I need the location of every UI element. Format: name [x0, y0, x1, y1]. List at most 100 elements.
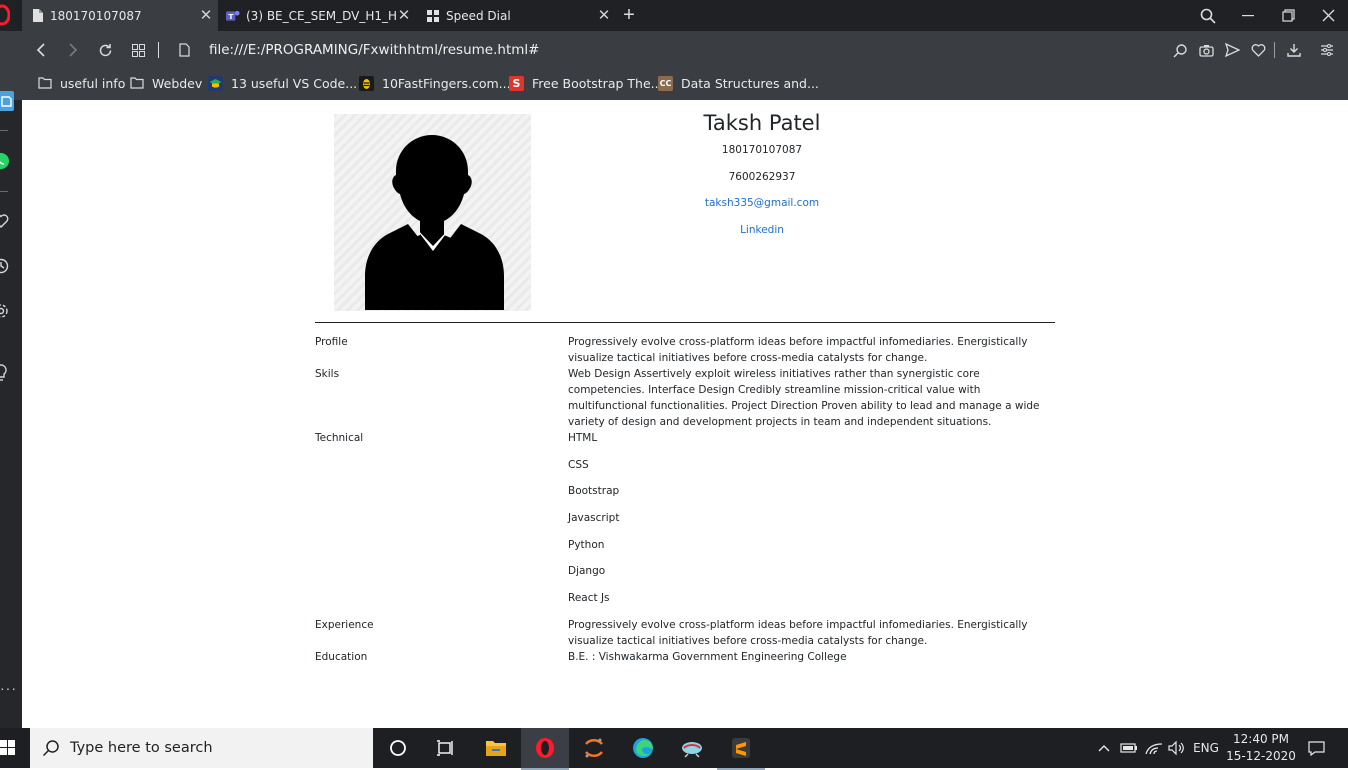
anaconda-icon[interactable] [668, 728, 716, 768]
heart-icon[interactable] [0, 212, 10, 230]
email-link[interactable]: taksh335@gmail.com [705, 197, 819, 209]
technical-item: Javascript [568, 512, 620, 524]
settings-icon[interactable] [0, 302, 10, 320]
technical-item: HTML [568, 432, 598, 444]
bookmark-label: 10FastFingers.com... [382, 75, 511, 91]
search-page-icon[interactable] [1169, 39, 1191, 61]
opera-sidebar: ··· [0, 91, 22, 728]
speed-dial-icon [426, 9, 440, 23]
bookmark-useful-info[interactable]: useful info [37, 69, 125, 97]
bookmark-label: Webdev [152, 75, 203, 91]
clock-time: 12:40 PM [1233, 732, 1289, 746]
technical-label: Technical [315, 432, 364, 444]
windows-start-icon[interactable] [0, 740, 16, 756]
easy-setup-icon[interactable] [1316, 39, 1338, 61]
speed-dial-sidebar-icon[interactable] [0, 91, 14, 111]
opera-logo-icon[interactable] [0, 4, 11, 26]
profile-photo [334, 114, 531, 311]
battery-icon[interactable] [1119, 728, 1139, 768]
file-icon [30, 9, 44, 23]
skills-label: Skils [315, 368, 340, 380]
tab-teams[interactable]: T (3) BE_CE_SEM_DV_H1_H4 ( ✕ [220, 0, 416, 31]
bookmark-label: Free Bootstrap The... [532, 75, 663, 91]
bookmark-data-structures[interactable]: CC Data Structures and... [658, 69, 819, 97]
resume-page: Taksh Patel 180170107087 7600262937 taks… [22, 100, 1348, 728]
profile-text: Progressively evolve cross-platform idea… [568, 336, 1028, 364]
restore-button[interactable] [1268, 0, 1308, 31]
bookmarks-bar: useful info Webdev 13 useful VS Code... … [0, 69, 1348, 100]
jupyter-icon[interactable] [570, 728, 618, 768]
forward-icon[interactable] [62, 39, 84, 61]
resume-name: Taksh Patel [703, 111, 821, 135]
taskbar-search-box[interactable]: Type here to search [30, 728, 373, 768]
linkedin-link[interactable]: Linkedin [740, 224, 784, 236]
close-window-button[interactable] [1308, 0, 1348, 31]
s-logo-icon: S [509, 75, 524, 91]
graduation-cap-icon [208, 75, 223, 91]
history-icon[interactable] [0, 257, 10, 275]
back-icon[interactable] [30, 39, 52, 61]
reload-icon[interactable] [94, 39, 116, 61]
clock[interactable]: 12:40 PM 15-12-2020 [1226, 731, 1296, 765]
sublime-text-icon[interactable] [717, 728, 765, 770]
search-tabs-icon[interactable] [1188, 0, 1228, 31]
url-field[interactable]: file:///E:/PROGRAMING/Fxwithhtml/resume.… [209, 42, 539, 58]
user-silhouette-icon [365, 135, 504, 310]
technical-item: Bootstrap [568, 485, 620, 497]
tab-resume[interactable]: 180170107087 ✕ [22, 0, 218, 31]
bookmark-webdev[interactable]: Webdev [129, 69, 202, 97]
bookmark-bootstrap-themes[interactable]: S Free Bootstrap The... [509, 69, 663, 97]
camera-icon[interactable] [1195, 39, 1217, 61]
tab-speed-dial[interactable]: Speed Dial ✕ [420, 0, 616, 31]
page-file-icon [173, 39, 195, 61]
notifications-icon[interactable] [1304, 728, 1328, 768]
experience-label: Experience [315, 619, 374, 631]
edge-icon[interactable] [619, 728, 667, 768]
windows-taskbar: Type here to search ENG 12:40 PM 15-12-2… [0, 728, 1348, 770]
address-bar: file:///E:/PROGRAMING/Fxwithhtml/resume.… [0, 31, 1348, 69]
chevron-up-icon[interactable] [1095, 728, 1113, 768]
close-icon[interactable]: ✕ [396, 7, 412, 23]
teams-icon: T [226, 9, 240, 23]
bookmark-label: useful info [60, 75, 126, 91]
tab-label: Speed Dial [446, 8, 511, 23]
send-icon[interactable] [1221, 39, 1243, 61]
task-view-icon[interactable] [422, 728, 470, 768]
search-placeholder: Type here to search [70, 740, 213, 756]
more-icon[interactable]: ··· [0, 680, 17, 696]
svg-text:T: T [228, 11, 234, 20]
resume-id: 180170107087 [721, 144, 803, 156]
profile-label: Profile [315, 336, 348, 348]
folder-icon [37, 76, 52, 91]
new-tab-button[interactable]: + [619, 5, 639, 25]
volume-icon[interactable] [1167, 728, 1187, 768]
resume-phone: 7600262937 [728, 171, 796, 183]
technical-item: Django [568, 565, 606, 577]
skills-text: Web Design Assertively exploit wireless … [568, 368, 1040, 428]
wifi-icon[interactable] [1144, 728, 1164, 768]
lightbulb-icon[interactable] [0, 364, 10, 382]
opera-taskbar-icon[interactable] [521, 728, 569, 770]
bookmark-vs-code[interactable]: 13 useful VS Code... [208, 69, 357, 97]
bee-icon [359, 75, 374, 91]
education-text: B.E. : Vishwakarma Government Engineerin… [568, 651, 847, 663]
cortana-icon[interactable] [374, 728, 422, 768]
close-icon[interactable]: ✕ [596, 7, 612, 23]
language-indicator[interactable]: ENG [1192, 728, 1220, 768]
bookmark-10fastfingers[interactable]: 10FastFingers.com... [359, 69, 511, 97]
whatsapp-icon[interactable] [0, 152, 10, 170]
sidebar-divider [0, 191, 8, 192]
technical-item: CSS [568, 459, 589, 471]
technical-item: Python [568, 539, 605, 551]
toolbar-divider [158, 42, 159, 58]
download-icon[interactable] [1283, 39, 1305, 61]
toolbar-divider [1274, 42, 1275, 58]
close-icon[interactable]: ✕ [198, 7, 214, 23]
file-explorer-icon[interactable] [472, 728, 520, 768]
clock-date: 15-12-2020 [1226, 749, 1296, 763]
tabs-grid-icon[interactable] [127, 39, 149, 61]
minimize-button[interactable] [1228, 0, 1268, 31]
cc-logo-icon: CC [658, 75, 673, 91]
heart-icon[interactable] [1247, 39, 1269, 61]
experience-text: Progressively evolve cross-platform idea… [568, 619, 1028, 647]
